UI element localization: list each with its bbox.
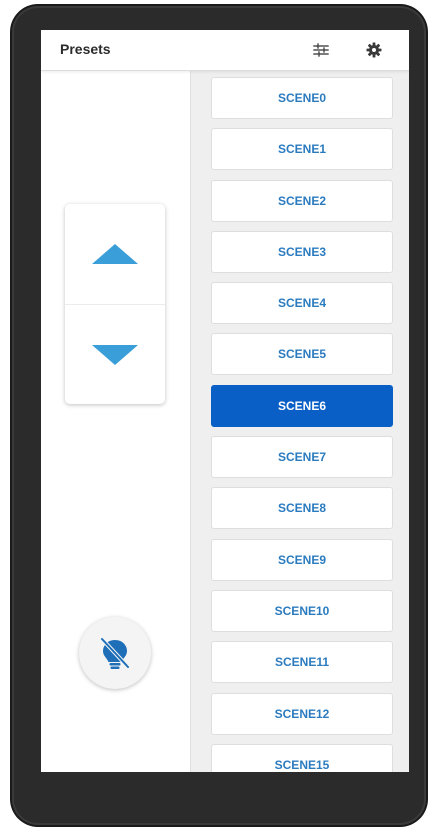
scene-list-panel: SCENE0 SCENE1 SCENE2 SCENE3 SCENE4 SCENE… (190, 71, 409, 772)
triangle-down-icon (92, 345, 138, 365)
scene-button-12[interactable]: SCENE12 (211, 692, 393, 735)
lightbulb-off-icon (100, 637, 130, 669)
scene-button-8[interactable]: SCENE8 (211, 487, 393, 530)
light-off-button[interactable] (79, 617, 151, 689)
triangle-up-icon (92, 244, 138, 264)
gear-icon[interactable] (362, 38, 386, 62)
page-title: Presets (60, 41, 111, 57)
sliders-icon[interactable] (309, 38, 333, 62)
scene-button-11[interactable]: SCENE11 (211, 641, 393, 684)
app-screen: Presets SCENE0 SCENE1 SCENE2 SCENE3 SCEN… (41, 30, 409, 772)
scene-button-7[interactable]: SCENE7 (211, 436, 393, 479)
scene-list: SCENE0 SCENE1 SCENE2 SCENE3 SCENE4 SCENE… (211, 77, 393, 772)
scene-navigator (65, 204, 165, 404)
scene-button-6[interactable]: SCENE6 (211, 384, 393, 427)
scene-button-3[interactable]: SCENE3 (211, 230, 393, 273)
scene-button-10[interactable]: SCENE10 (211, 589, 393, 632)
scene-button-0[interactable]: SCENE0 (211, 77, 393, 119)
control-panel (41, 71, 190, 772)
scene-button-9[interactable]: SCENE9 (211, 538, 393, 581)
scroll-down-button[interactable] (65, 305, 165, 404)
scene-button-1[interactable]: SCENE1 (211, 128, 393, 171)
scene-button-4[interactable]: SCENE4 (211, 282, 393, 325)
scene-button-5[interactable]: SCENE5 (211, 333, 393, 376)
scroll-up-button[interactable] (65, 204, 165, 304)
scene-button-2[interactable]: SCENE2 (211, 179, 393, 222)
header-bar: Presets (41, 30, 409, 71)
scene-button-15[interactable]: SCENE15 (211, 743, 393, 772)
